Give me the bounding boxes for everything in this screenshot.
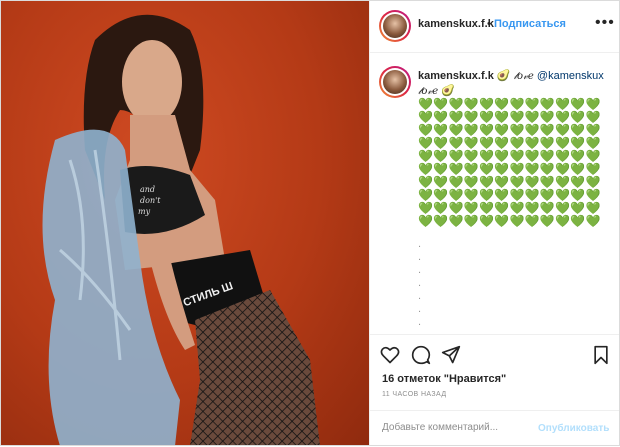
caption-text: kamenskux.f.k 🥑 𝓁𝑜𝓋𝑒 @kamenskux 𝓁𝑜𝓋𝑒 🥑	[418, 69, 613, 99]
header-username[interactable]: kamenskux.f.k	[418, 18, 494, 30]
post-timestamp: 11 ЧАСОВ НАЗАД	[382, 391, 447, 398]
caption-dots: . . . . . . .	[418, 238, 421, 329]
hearts-block: 💚💚💚💚💚💚💚💚💚💚💚💚 💚💚💚💚💚💚💚💚💚💚💚💚 💚💚💚💚💚💚💚💚💚💚💚💚 💚…	[418, 98, 614, 228]
post-header: kamenskux.f.k • Подписаться •••	[370, 0, 620, 53]
caption-username[interactable]: kamenskux.f.k	[418, 70, 494, 82]
caption-script-love: 𝓁𝑜𝓋𝑒	[513, 71, 534, 82]
post-photo[interactable]: and don't my Р СТИЛЬ Ш	[0, 0, 369, 446]
dot-line: .	[418, 264, 422, 276]
dot-line: .	[418, 277, 422, 289]
comment-bubble-icon[interactable]	[411, 345, 431, 365]
caption-avatar[interactable]	[379, 66, 411, 98]
publish-button[interactable]: Опубликовать	[538, 423, 609, 434]
dot-line: .	[418, 290, 422, 302]
post-photo-illustration: and don't my Р СТИЛЬ Ш	[42, 14, 320, 446]
dot-line: .	[418, 303, 422, 315]
instagram-post: and don't my Р СТИЛЬ Ш kamenskux.f.k • П…	[0, 0, 620, 446]
bookmark-icon[interactable]	[591, 345, 611, 365]
model-face	[122, 40, 182, 124]
action-bar	[370, 334, 620, 375]
follow-button[interactable]: Подписаться	[494, 18, 566, 30]
caption-mention[interactable]: @kamenskux	[537, 70, 604, 82]
comment-box: Опубликовать	[370, 410, 620, 447]
header-separator: •	[487, 18, 491, 30]
dot-line: .	[418, 238, 422, 250]
hearts-row: 💚💚💚💚💚💚💚💚💚💚💚💚	[418, 214, 601, 228]
shirt-text-2: don't	[140, 196, 161, 205]
dot-line: .	[418, 251, 422, 263]
more-options-icon[interactable]: •••	[595, 14, 615, 32]
likes-count[interactable]: 16 отметок "Нравится"	[382, 373, 506, 385]
comment-input[interactable]	[380, 421, 534, 434]
paper-plane-icon[interactable]	[441, 345, 461, 365]
caption-script-love-2: 𝓁𝑜𝓋𝑒	[418, 86, 439, 97]
dot-line: .	[418, 316, 422, 328]
header-avatar[interactable]	[379, 10, 411, 42]
caption-area: kamenskux.f.k 🥑 𝓁𝑜𝓋𝑒 @kamenskux 𝓁𝑜𝓋𝑒 🥑 💚…	[370, 52, 620, 334]
shirt-text-1: and	[140, 185, 155, 194]
heart-outline-icon[interactable]	[380, 345, 400, 365]
avocado-emoji: 🥑	[496, 70, 511, 82]
post-side-panel: kamenskux.f.k • Подписаться ••• kamensku…	[369, 0, 620, 446]
shirt-text-3: my	[138, 207, 151, 216]
avocado-emoji-2: 🥑	[441, 85, 455, 97]
